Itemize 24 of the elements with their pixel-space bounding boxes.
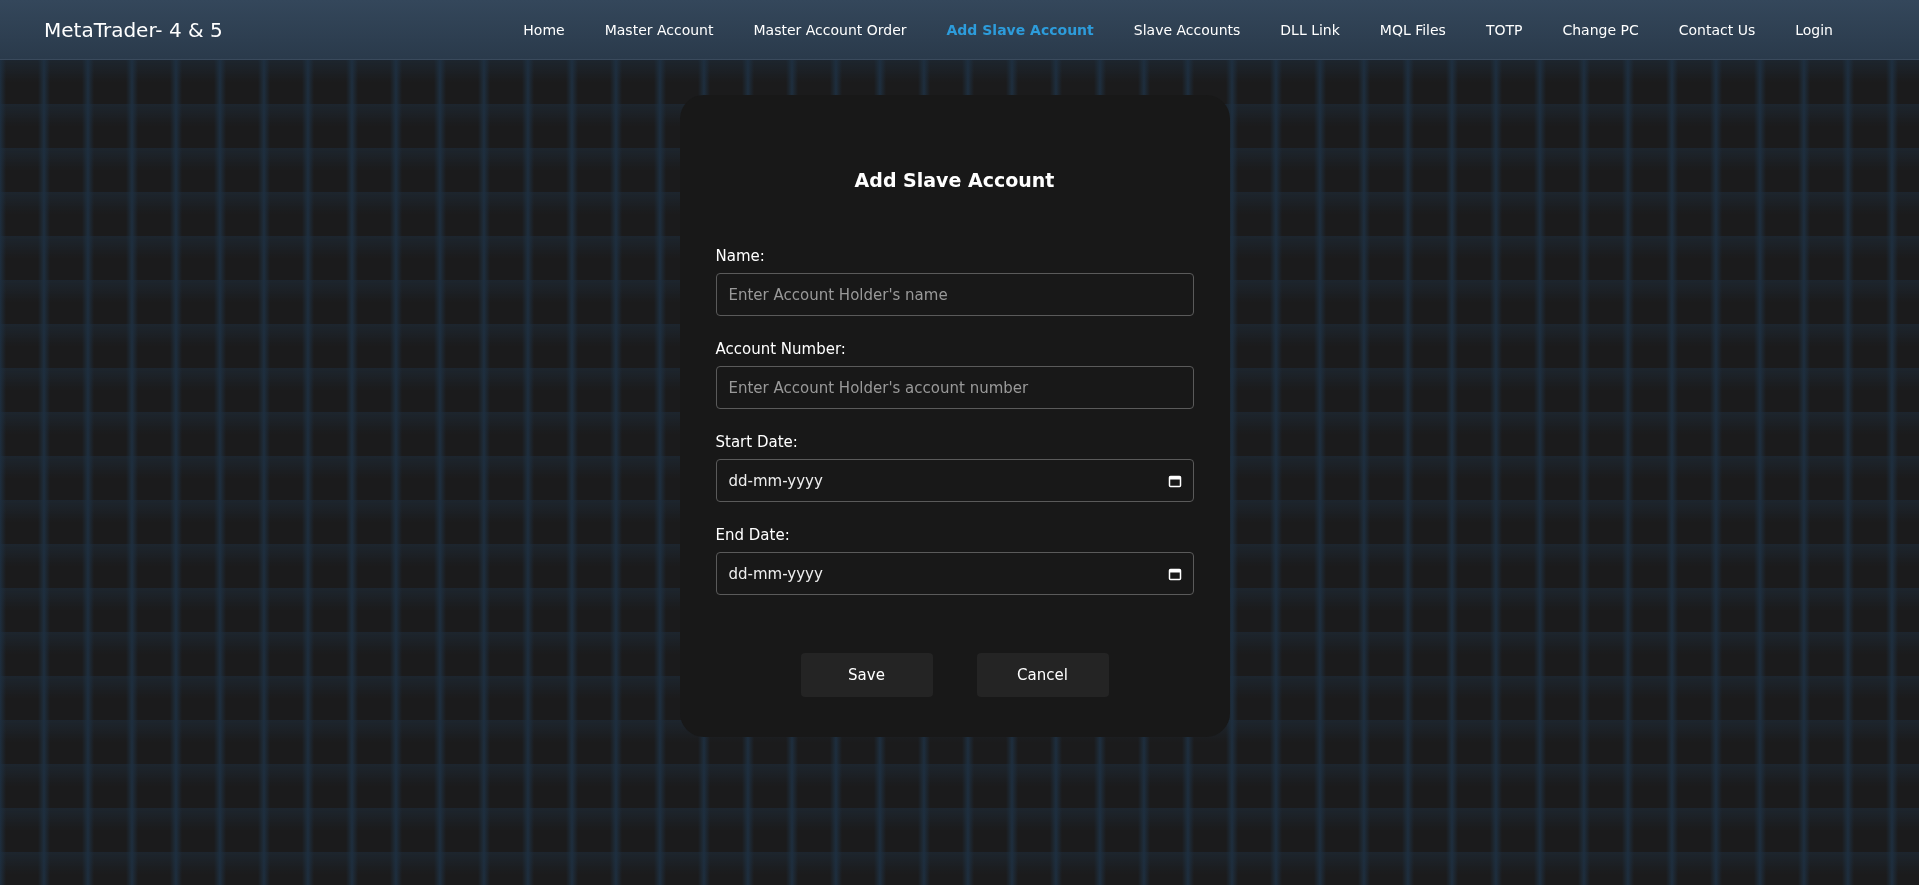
form-title: Add Slave Account [853,169,1056,191]
field-label: Name: [715,247,766,265]
nav-link[interactable]: Change PC [1562,21,1639,38]
nav-link[interactable]: Slave Accounts [1133,21,1241,38]
nav-link[interactable]: Master Account [604,21,714,38]
nav-link[interactable]: Master Account Order [753,21,907,38]
form-button[interactable]: Save [800,653,933,697]
nav-link[interactable]: Login [1795,21,1833,38]
input-field[interactable]: Enter Account Holder's account number [715,366,1194,409]
nav-link[interactable]: MQL Files [1379,21,1446,38]
nav-link[interactable]: TOTP [1485,21,1523,38]
form-button[interactable]: Cancel [976,653,1109,697]
field-label: Start Date: [715,433,799,451]
site-logo[interactable]: MetaTrader- 4 & 5 [44,17,223,42]
calendar-icon[interactable] [1167,567,1182,581]
calendar-icon[interactable] [1167,474,1182,488]
nav-link[interactable]: Contact Us [1678,21,1756,38]
date-field[interactable]: dd-mm-yyyy [715,552,1194,595]
field-label: Account Number: [715,340,847,358]
date-field[interactable]: dd-mm-yyyy [715,459,1194,502]
field-label: End Date: [715,526,791,544]
input-field[interactable]: Enter Account Holder's name [715,273,1194,316]
nav-link[interactable]: Home [523,21,565,38]
nav-link[interactable]: DLL Link [1280,21,1340,38]
